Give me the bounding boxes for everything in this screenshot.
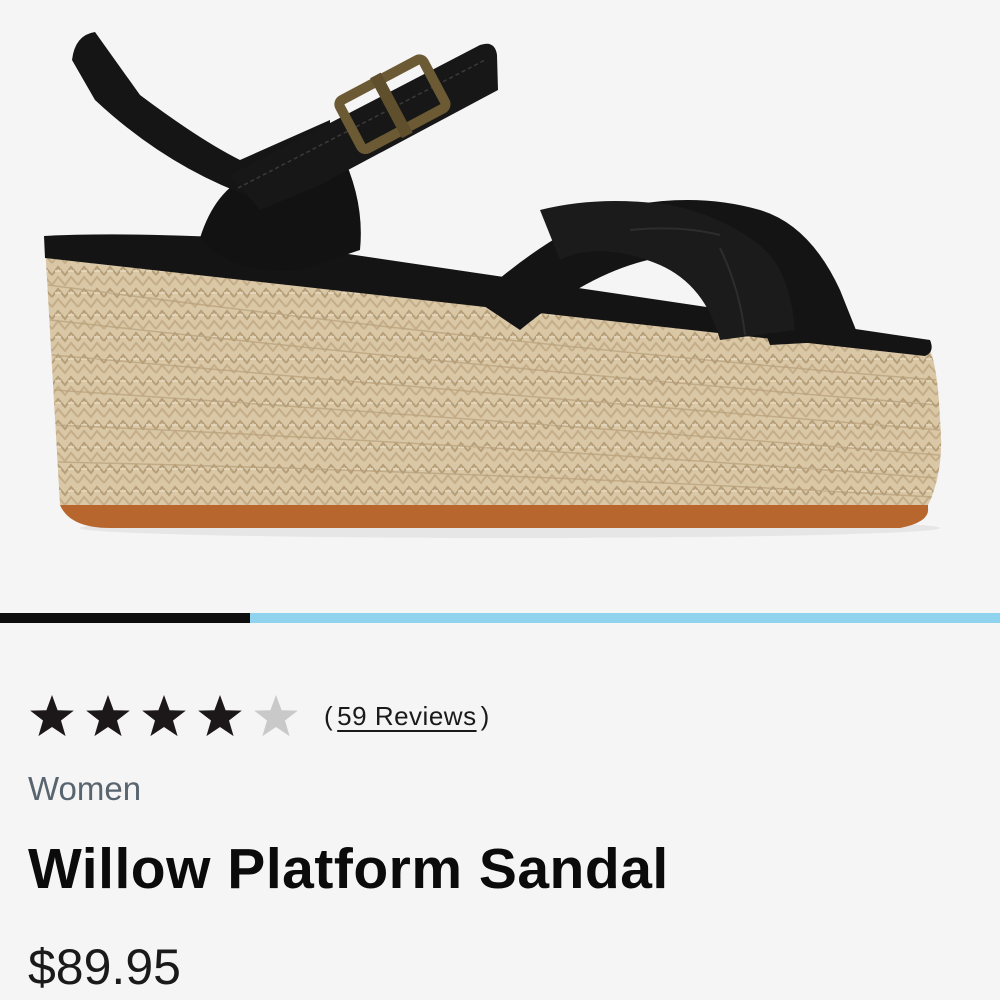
- star-filled-icon: [140, 693, 188, 739]
- star-filled-icon: [196, 693, 244, 739]
- carousel-progress-bar: [0, 613, 1000, 623]
- reviews-close-paren: ): [480, 700, 490, 731]
- product-category[interactable]: Women: [28, 770, 141, 808]
- product-image[interactable]: [0, 0, 1000, 612]
- star-rating: [28, 693, 300, 739]
- star-empty-icon: [252, 693, 300, 739]
- reviews-link[interactable]: 59 Reviews: [337, 701, 476, 731]
- product-title: Willow Platform Sandal: [28, 837, 669, 901]
- product-page: (59 Reviews) Women Willow Platform Sanda…: [0, 0, 1000, 1000]
- reviews-link-group: (59 Reviews): [324, 701, 490, 732]
- star-filled-icon: [84, 693, 132, 739]
- reviews-open-paren: (: [324, 700, 334, 731]
- rating-row: (59 Reviews): [28, 686, 490, 746]
- product-price: $89.95: [28, 939, 181, 995]
- carousel-progress-indicator: [0, 613, 250, 623]
- star-filled-icon: [28, 693, 76, 739]
